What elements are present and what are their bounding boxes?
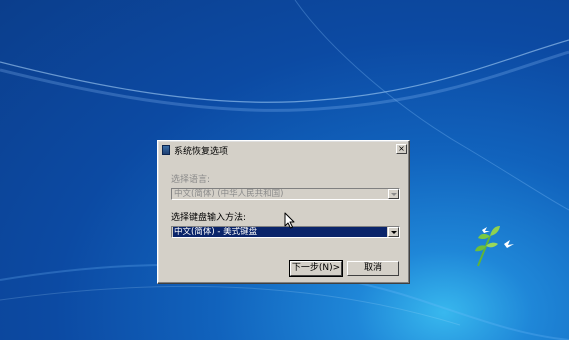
cancel-button[interactable]: 取消 bbox=[347, 261, 399, 276]
dialog-titlebar[interactable]: 系统恢复选项 × bbox=[160, 143, 407, 157]
chevron-down-icon bbox=[390, 192, 397, 196]
keyboard-dropdown-button[interactable] bbox=[388, 227, 399, 237]
branch-birds-icon bbox=[475, 226, 514, 267]
keyboard-select-value: 中文(简体) - 美式键盘 bbox=[173, 227, 387, 237]
dialog-title: 系统恢复选项 bbox=[174, 146, 229, 157]
desktop-background: 系统恢复选项 × 选择语言: 中文(简体) (中华人民共和国) 选择键盘输入方法… bbox=[0, 0, 569, 340]
next-button[interactable]: 下一步(N)> bbox=[289, 260, 343, 277]
close-button[interactable]: × bbox=[396, 144, 407, 154]
keyboard-label: 选择键盘输入方法: bbox=[171, 213, 247, 223]
language-dropdown-button[interactable] bbox=[388, 189, 399, 199]
language-select[interactable]: 中文(简体) (中华人民共和国) bbox=[171, 188, 400, 200]
system-recovery-icon bbox=[162, 145, 170, 155]
language-label: 选择语言: bbox=[171, 175, 211, 185]
chevron-down-icon bbox=[390, 230, 397, 234]
language-select-value: 中文(简体) (中华人民共和国) bbox=[174, 189, 284, 199]
mouse-pointer-icon bbox=[284, 212, 295, 229]
